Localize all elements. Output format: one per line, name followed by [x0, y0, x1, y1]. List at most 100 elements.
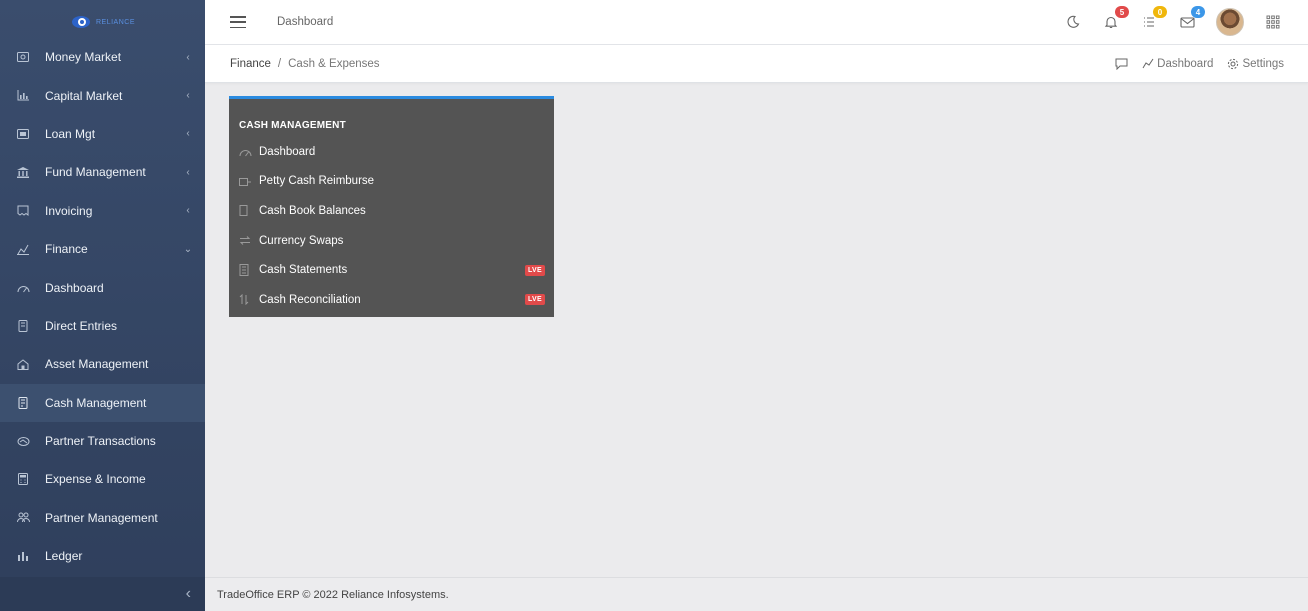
sidebar-item-label: Ledger [45, 549, 83, 564]
sidebar-item-label: Invoicing [45, 203, 93, 218]
finance-icon [16, 242, 30, 256]
header-actions: 5 0 4 [1044, 6, 1282, 36]
handshake-icon [16, 434, 30, 448]
gauge-icon [16, 281, 30, 295]
panel-item-label: Petty Cash Reimburse [259, 175, 375, 188]
trend-icon [1142, 58, 1154, 69]
chat-icon[interactable] [1115, 58, 1128, 70]
panel-item-cash-book-balances[interactable]: Cash Book Balances [229, 196, 554, 226]
invoice-icon [16, 204, 30, 218]
chevron-left-icon: ‹ [186, 205, 190, 217]
sidebar-item-invoicing[interactable]: Invoicing ‹ [0, 192, 205, 230]
live-badge: LVE [525, 264, 545, 276]
sidebar-item-label: Direct Entries [45, 318, 118, 333]
bank-icon [16, 165, 30, 179]
dark-mode-icon[interactable] [1064, 13, 1082, 31]
sidebar-item-ledger[interactable]: Ledger [0, 537, 205, 575]
panel-item-label: Currency Swaps [259, 234, 344, 247]
notifications-icon[interactable]: 5 [1102, 6, 1129, 31]
panel-item-currency-swaps[interactable]: Currency Swaps [229, 226, 554, 256]
cash-management-panel: CASH MANAGEMENT Dashboard Petty Cash Rei… [229, 96, 554, 317]
collapse-sidebar-icon[interactable]: ‹ [186, 585, 191, 603]
breadcrumb-current: Cash & Expenses [288, 57, 380, 70]
chevron-left-icon: ‹ [186, 166, 190, 178]
sidebar-item-label: Fund Management [45, 165, 146, 180]
sidebar-item-label: Dashboard [45, 280, 104, 295]
sidebar-item-cash-management[interactable]: Cash Management [0, 383, 205, 422]
house-icon [16, 357, 30, 371]
sidebar-footer: ‹ [0, 577, 205, 611]
chevron-left-icon: ‹ [186, 90, 190, 102]
panel-item-cash-reconciliation[interactable]: Cash Reconciliation LVE [229, 285, 554, 315]
sidebar-item-dashboard[interactable]: Dashboard [0, 268, 205, 306]
logo[interactable]: RELIANCE [70, 14, 135, 30]
sidebar-item-partner-transactions[interactable]: Partner Transactions [0, 422, 205, 460]
panel-item-dashboard[interactable]: Dashboard [229, 137, 554, 167]
panel-item-label: Cash Book Balances [259, 204, 366, 217]
sidebar-item-label: Expense & Income [45, 472, 146, 487]
sidebar-item-label: Finance [45, 242, 88, 257]
sidebar-item-loan-mgt[interactable]: Loan Mgt ‹ [0, 115, 205, 153]
page-footer: TradeOffice ERP © 2022 Reliance Infosyst… [205, 577, 1308, 611]
cash-icon [16, 396, 30, 410]
sidebar-item-direct-entries[interactable]: Direct Entries [0, 307, 205, 345]
sidebar-item-label: Asset Management [45, 357, 149, 372]
document-icon [239, 264, 253, 277]
swap-icon [239, 236, 253, 245]
dashboard-link[interactable]: Dashboard [1142, 58, 1213, 70]
sidebar-item-money-market[interactable]: Money Market ‹ [0, 38, 205, 76]
panel-heading: CASH MANAGEMENT [239, 120, 346, 131]
apps-grid-icon[interactable] [1264, 13, 1282, 31]
sidebar-item-fund-management[interactable]: Fund Management ‹ [0, 153, 205, 191]
sidebar-item-partner-management[interactable]: Partner Management [0, 499, 205, 537]
sidebar-item-label: Money Market [45, 50, 122, 65]
loan-icon [16, 127, 30, 141]
menu-toggle-icon[interactable] [230, 16, 246, 28]
breadcrumb-root[interactable]: Finance [230, 58, 271, 70]
book-icon [16, 319, 30, 333]
logo-icon [71, 16, 90, 28]
header-title: Dashboard [277, 16, 334, 28]
chevron-down-icon: ⌄ [183, 243, 193, 255]
bar-chart-icon [16, 89, 30, 103]
sort-icon [239, 294, 253, 306]
sidebar: RELIANCE Money Market ‹ Capital Market ‹… [0, 0, 205, 611]
panel-item-petty-cash-reimburse[interactable]: Petty Cash Reimburse [229, 167, 554, 197]
panel-item-label: Cash Reconciliation [259, 293, 361, 306]
panel-item-cash-statements[interactable]: Cash Statements LVE [229, 255, 554, 285]
top-header: Dashboard 5 0 4 [205, 0, 1308, 45]
sidebar-item-finance[interactable]: Finance ⌄ [0, 230, 205, 268]
people-icon [16, 511, 30, 525]
breadcrumb-separator: / [277, 57, 282, 70]
sidebar-item-label: Capital Market [45, 88, 123, 103]
wallet-icon [239, 177, 253, 186]
calculator-icon [16, 472, 30, 486]
tasks-badge: 0 [1153, 6, 1167, 18]
sidebar-item-label: Partner Transactions [45, 434, 156, 449]
sidebar-item-label: Loan Mgt [45, 126, 96, 141]
live-badge: LVE [525, 294, 545, 306]
panel-item-label: Cash Statements [259, 264, 348, 277]
messages-icon[interactable]: 4 [1178, 6, 1205, 31]
ledger-icon [16, 549, 30, 563]
sidebar-item-asset-management[interactable]: Asset Management [0, 345, 205, 383]
messages-badge: 4 [1191, 6, 1205, 18]
sidebar-item-label: Partner Management [45, 510, 158, 525]
panel-item-label: Dashboard [259, 145, 316, 158]
footer-text: TradeOffice ERP © 2022 Reliance Infosyst… [217, 588, 449, 601]
panel-menu: Dashboard Petty Cash Reimburse Cash Book… [229, 137, 554, 315]
sidebar-nav: Money Market ‹ Capital Market ‹ Loan Mgt… [0, 38, 205, 575]
sidebar-item-capital-market[interactable]: Capital Market ‹ [0, 76, 205, 114]
breadcrumb: Finance / Cash & Expenses Dashboard Sett… [205, 45, 1308, 83]
settings-link[interactable]: Settings [1227, 58, 1284, 70]
settings-link-label: Settings [1242, 57, 1284, 70]
breadcrumb-actions: Dashboard Settings [1101, 58, 1284, 70]
book-icon [239, 205, 253, 217]
gauge-icon [239, 147, 253, 157]
notifications-badge: 5 [1115, 6, 1129, 18]
money-icon [16, 50, 30, 64]
avatar[interactable] [1216, 8, 1244, 36]
sidebar-item-expense-income[interactable]: Expense & Income [0, 460, 205, 498]
tasks-icon[interactable]: 0 [1140, 6, 1167, 31]
gear-icon [1227, 58, 1239, 70]
